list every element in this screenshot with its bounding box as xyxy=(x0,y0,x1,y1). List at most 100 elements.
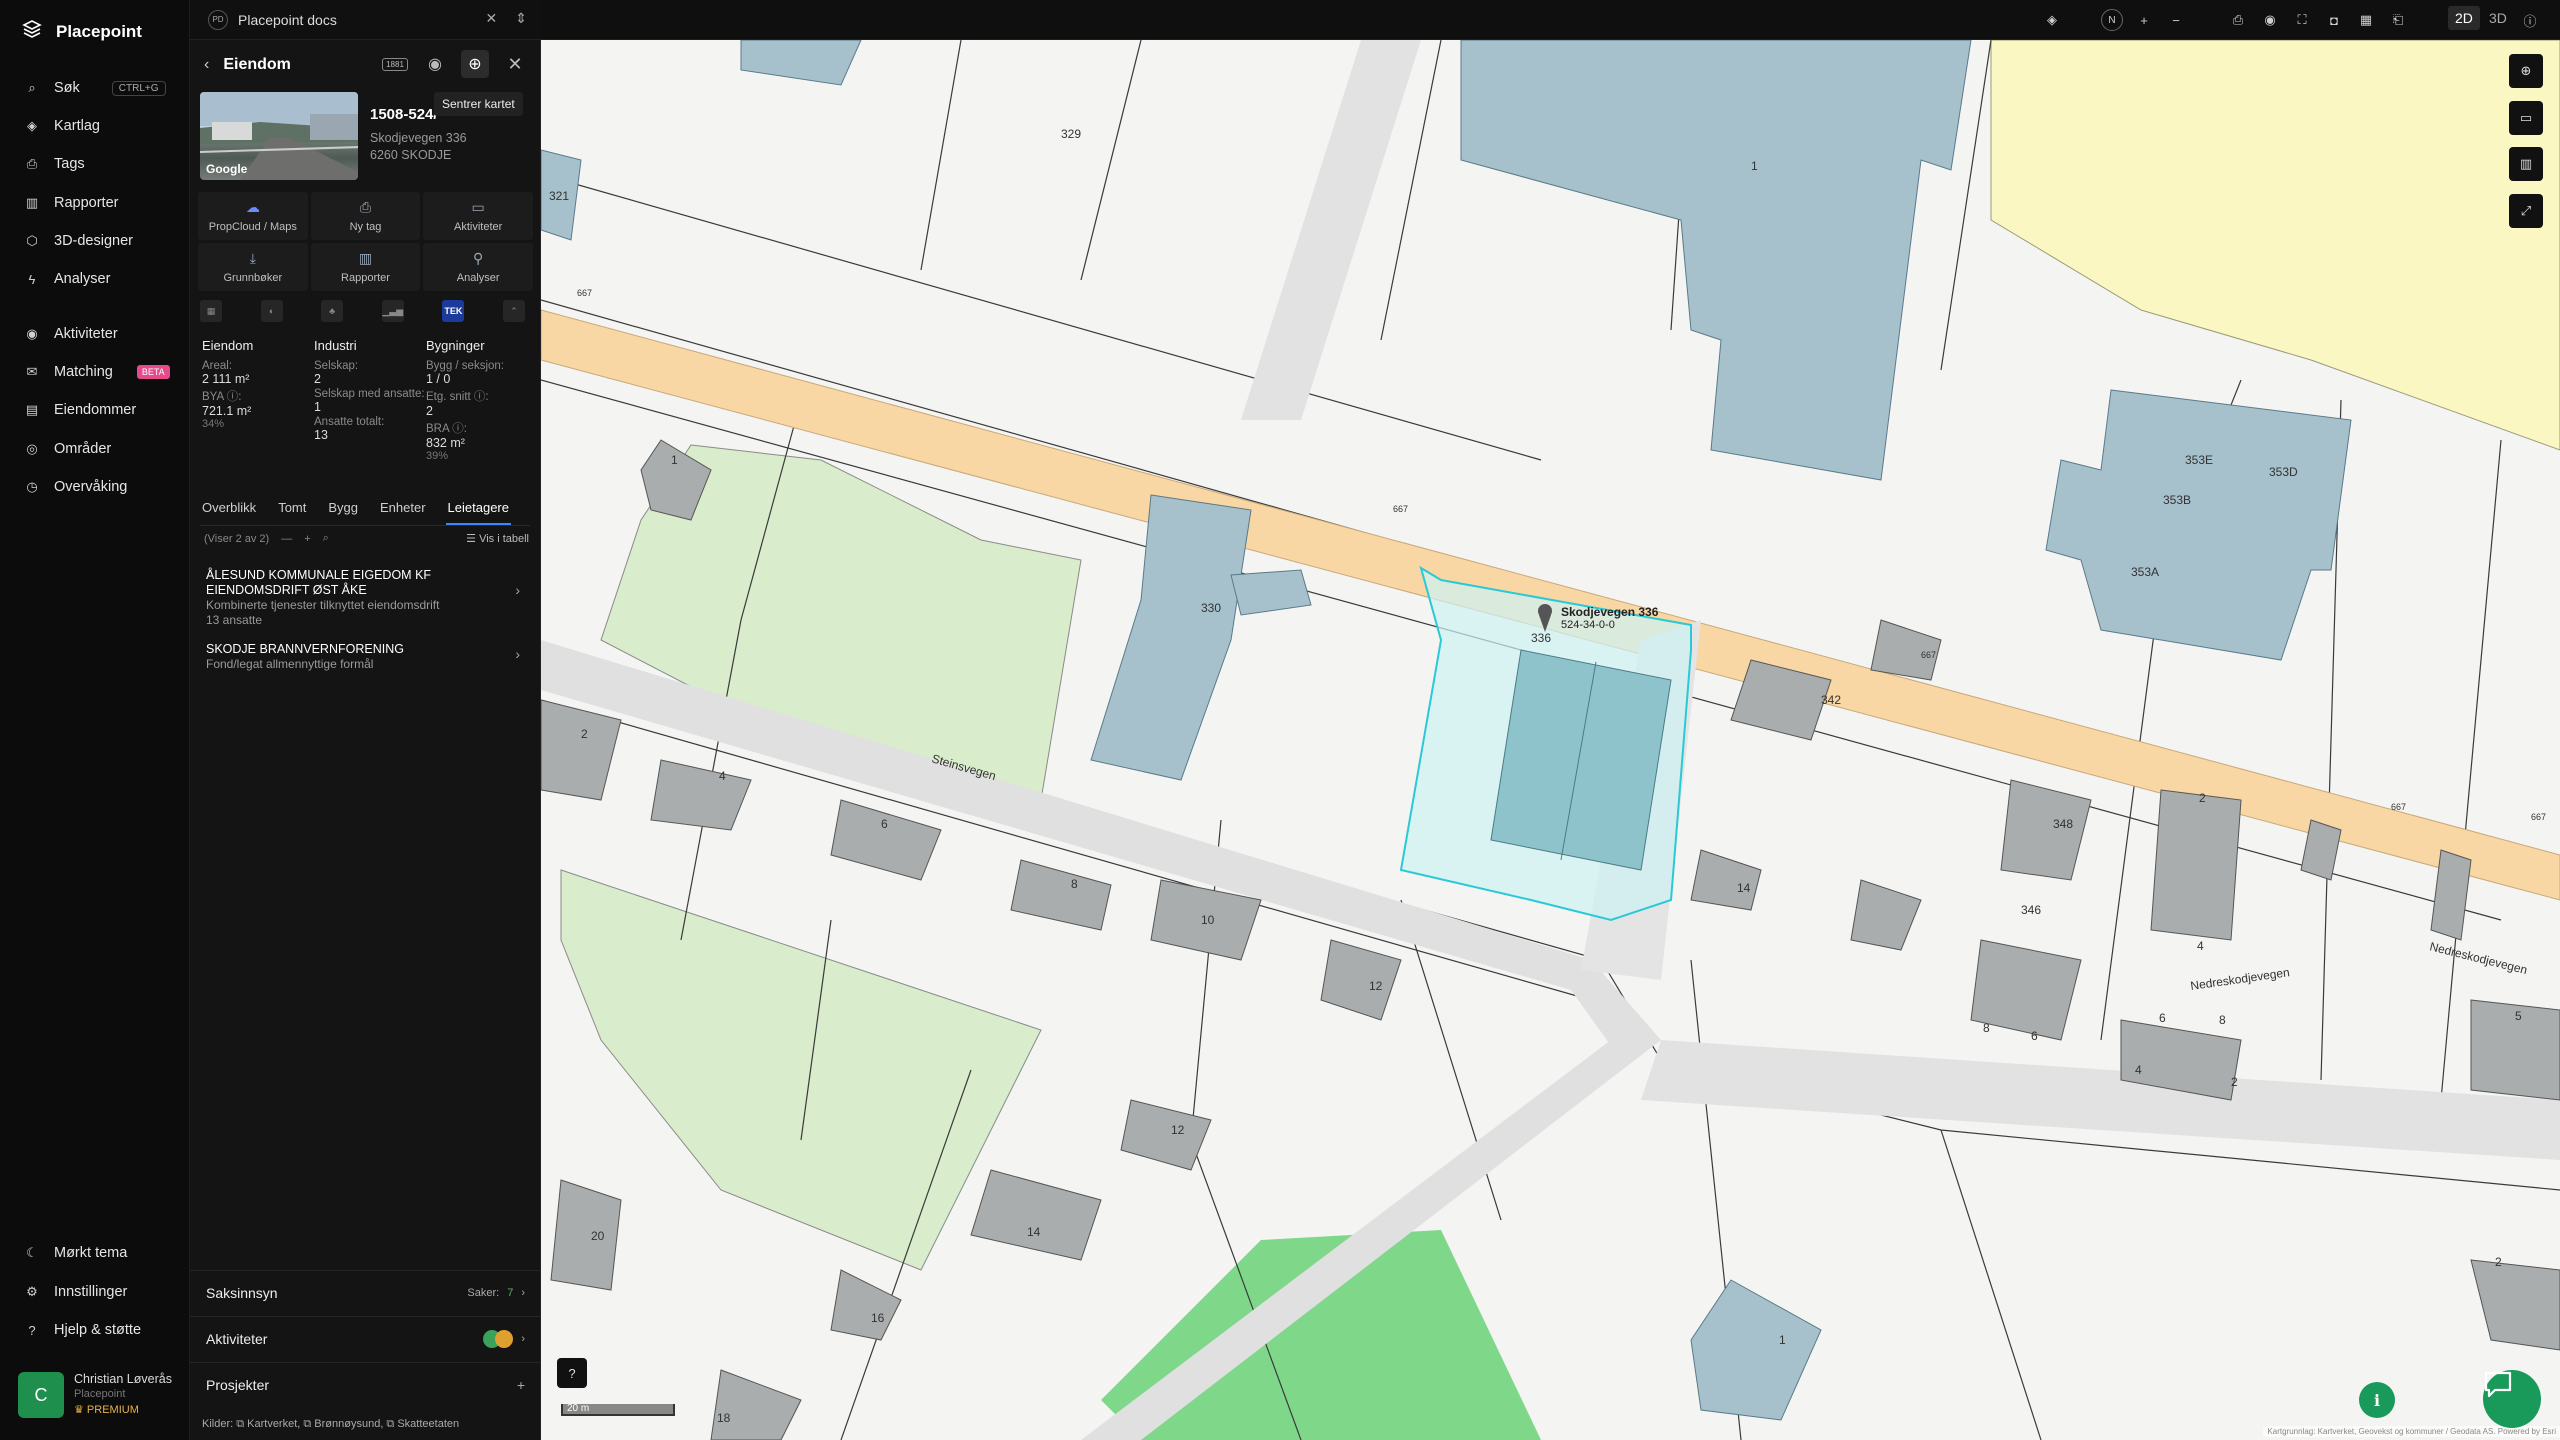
map-label: 16 xyxy=(871,1311,885,1325)
measure-button[interactable]: ▭ xyxy=(2509,101,2543,135)
panel-title: Eiendom xyxy=(223,56,291,73)
source-bars-icon[interactable]: ▁▃▅ xyxy=(381,300,404,322)
beta-badge: BETA xyxy=(136,365,170,379)
map-label: 8 xyxy=(2219,1013,2226,1027)
property-address[interactable]: Skodjevegen 336 6260 SKODJE xyxy=(370,130,467,164)
road-number: 667 xyxy=(1393,504,1408,514)
center-map-icon[interactable]: ⊕ xyxy=(461,50,489,78)
map-label: 346 xyxy=(2021,903,2041,917)
tab-leietagere[interactable]: Leietagere xyxy=(445,496,511,525)
prosjekter-section[interactable]: Prosjekter + xyxy=(190,1362,541,1406)
nav-item-settings[interactable]: ⚙ Innstillinger xyxy=(24,1279,127,1305)
search-shortcut: CTRL+G xyxy=(111,80,166,96)
road-number: 667 xyxy=(1921,650,1936,660)
tab-overblikk[interactable]: Overblikk xyxy=(200,496,258,525)
new-tag-button[interactable]: ⎙ Ny tag xyxy=(310,192,421,240)
mode-2d-button[interactable]: 2D xyxy=(2448,6,2480,30)
camera-icon[interactable]: ◘ xyxy=(2323,9,2345,31)
area-icon: ◎ xyxy=(26,441,38,456)
nav-item-dark-theme[interactable]: ☾ Mørkt tema xyxy=(24,1240,127,1266)
map-label: 353B xyxy=(2163,493,2191,507)
map-canvas[interactable]: Skodjevegen 336 524-34-0-0 321 329 1 1 2… xyxy=(541,40,2560,1440)
propcloud-button[interactable]: ☁ PropCloud / Maps xyxy=(198,192,308,240)
docs-tab-title: Placepoint docs xyxy=(238,11,337,28)
tenant-item[interactable]: SKODJE BRANNVERNFORENING Fond/legat allm… xyxy=(206,642,526,672)
nav-item-matching[interactable]: ✉ Matching BETA xyxy=(24,359,170,385)
nav-item-rapporter[interactable]: ▥ Rapporter xyxy=(24,190,119,216)
map-layers-button[interactable]: ⊕ xyxy=(2509,54,2543,88)
badge-1881: 1881 xyxy=(382,57,408,71)
nav-item-kartlag[interactable]: ◈ Kartlag xyxy=(24,113,100,139)
plus-icon[interactable]: + xyxy=(304,533,310,545)
minus-icon[interactable]: — xyxy=(281,533,292,545)
compass-icon[interactable]: N xyxy=(2101,9,2123,31)
nav-item-help[interactable]: ? Hjelp & støtte xyxy=(24,1317,141,1343)
tenant-item[interactable]: ÅLESUND KOMMUNALE EIGEDOM KF EIENDOMSDRI… xyxy=(206,568,526,628)
map-label: 1 xyxy=(1779,1333,1786,1347)
bookmark-icon: ⎙ xyxy=(26,156,38,171)
nav-item-search[interactable]: ⌕ Søk CTRL+G xyxy=(24,75,166,101)
tab-tomt[interactable]: Tomt xyxy=(276,496,308,525)
nav-item-omrader[interactable]: ◎ Områder xyxy=(24,436,111,462)
layers-stack-icon[interactable]: ◈ xyxy=(2041,9,2063,31)
print-icon[interactable]: ⎙ xyxy=(2227,9,2249,31)
info-icon[interactable]: ⓘ xyxy=(2519,9,2541,31)
docs-tab[interactable]: PD Placepoint docs ✕ ⇕ xyxy=(190,0,541,40)
nav-item-eiendommer[interactable]: ▤ Eiendommer xyxy=(24,397,136,423)
back-icon[interactable]: ‹ xyxy=(204,56,209,74)
eye-icon[interactable]: ◉ xyxy=(2259,9,2281,31)
source-globe-icon[interactable]: ◐ xyxy=(260,300,283,322)
map-label: 342 xyxy=(1821,693,1841,707)
data-source-row: ▦ ◐ ♣ ▁▃▅ TEK ⌃ xyxy=(200,300,525,322)
map-illustration: Skodjevegen 336 524-34-0-0 321 329 1 1 2… xyxy=(541,40,2560,1440)
bookmark-icon[interactable]: ⎗ xyxy=(2387,9,2409,31)
data-sources: Kilder: ⧉ Kartverket, ⧉ Brønnøysund, ⧉ S… xyxy=(202,1418,460,1430)
chevron-right-icon: › xyxy=(515,646,520,662)
reports-button[interactable]: ▥ Rapporter xyxy=(310,243,421,291)
brand-name: Placepoint xyxy=(56,21,142,41)
source-grid-icon[interactable]: ▦ xyxy=(200,300,222,322)
grid-icon[interactable]: ▦ xyxy=(2355,9,2377,31)
activity-icon: ◉ xyxy=(26,326,38,341)
premium-badge: ♛ PREMIUM xyxy=(74,1404,139,1416)
search-icon[interactable]: ⌕ xyxy=(323,532,329,545)
expand-icon[interactable]: ⇕ xyxy=(515,10,527,27)
map-label: 12 xyxy=(1171,1123,1185,1137)
grunnboker-button[interactable]: ⤓ Grunnbøker xyxy=(198,243,308,291)
fullscreen-icon[interactable]: ⛶ xyxy=(2291,9,2313,31)
brand[interactable]: Placepoint xyxy=(22,20,142,43)
aktiviteter-section[interactable]: Aktiviteter › xyxy=(190,1316,541,1360)
map-help-button[interactable]: ? xyxy=(557,1358,587,1388)
source-plant-icon[interactable]: ♣ xyxy=(321,300,344,322)
saksinnsyn-section[interactable]: Saksinnsyn Saker: 7 › xyxy=(190,1270,541,1314)
nav-item-tags[interactable]: ⎙ Tags xyxy=(24,151,85,177)
close-panel-icon[interactable]: ✕ xyxy=(501,50,529,78)
tab-enheter[interactable]: Enheter xyxy=(378,496,428,525)
nav-item-aktiviteter[interactable]: ◉ Aktiviteter xyxy=(24,321,117,347)
tenant-count: (Viser 2 av 2) xyxy=(204,532,270,545)
nav-item-analyser[interactable]: ϟ Analyser xyxy=(24,266,111,292)
close-icon[interactable]: ✕ xyxy=(486,10,498,27)
analyses-button[interactable]: ⚲ Analyser xyxy=(423,243,533,291)
mode-3d-button[interactable]: 3D xyxy=(2482,6,2514,30)
nav-item-overvaking[interactable]: ◷ Overvåking xyxy=(24,474,127,500)
stats-button[interactable]: ▥ xyxy=(2509,147,2543,181)
tab-bygg[interactable]: Bygg xyxy=(326,496,360,525)
zoom-in-icon[interactable]: + xyxy=(2133,9,2155,31)
plus-icon[interactable]: + xyxy=(517,1377,525,1393)
street-view-photo[interactable]: Google xyxy=(200,92,358,180)
chat-button[interactable] xyxy=(2483,1370,2541,1428)
profile-button[interactable]: ⤢ xyxy=(2509,194,2543,228)
info-button[interactable]: i xyxy=(2359,1382,2395,1418)
table-view-button[interactable]: ☰ Vis i tabell xyxy=(466,532,529,545)
badge-1881-button[interactable]: 1881 xyxy=(381,50,409,78)
map-label: 20 xyxy=(591,1229,605,1243)
user-profile[interactable]: C Christian Løverås Placepoint ♛ PREMIUM xyxy=(18,1372,172,1418)
nav-item-3d-designer[interactable]: ⬡ 3D-designer xyxy=(24,228,133,254)
eye-icon[interactable]: ◉ xyxy=(421,50,449,78)
source-more-icon[interactable]: ⌃ xyxy=(502,300,525,322)
source-tek-badge[interactable]: TEK xyxy=(442,300,465,322)
chat-icon xyxy=(2484,1371,2512,1398)
zoom-out-icon[interactable]: − xyxy=(2165,9,2187,31)
activities-button[interactable]: ▭ Aktiviteter xyxy=(423,192,533,240)
